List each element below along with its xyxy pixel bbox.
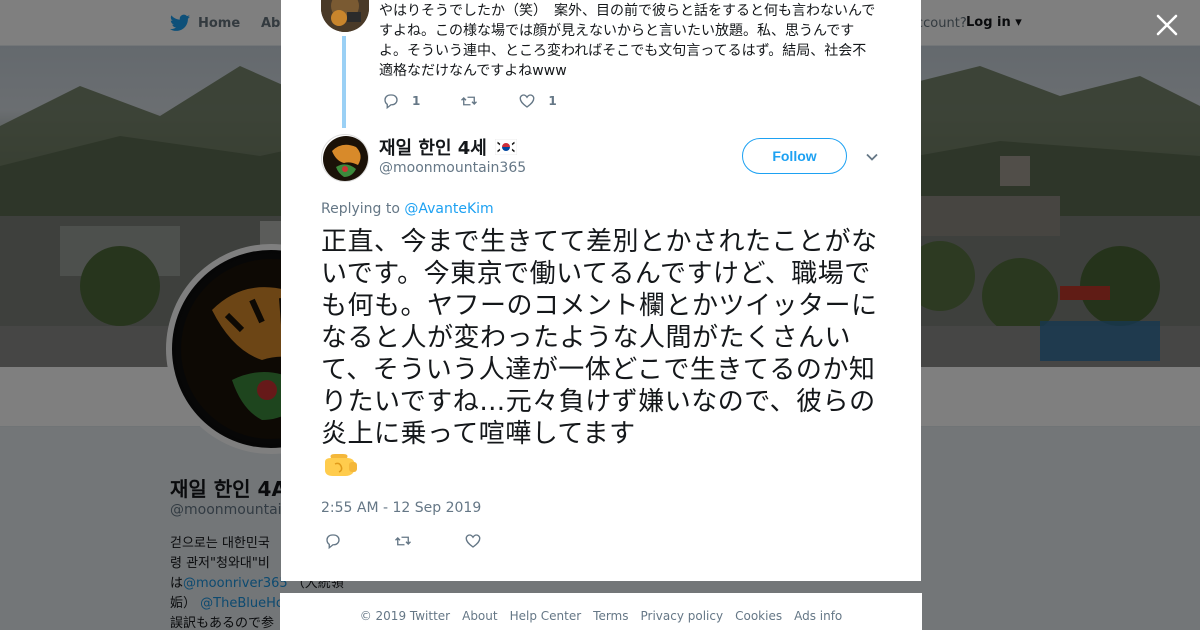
footer-link-terms[interactable]: Terms xyxy=(593,609,628,630)
author-handle[interactable]: @moonmountain365 xyxy=(379,160,526,176)
chevron-down-icon[interactable] xyxy=(865,150,879,164)
replying-prefix: Replying to xyxy=(321,201,400,217)
like-action[interactable]: 1 xyxy=(518,92,557,110)
close-icon[interactable] xyxy=(1154,12,1180,38)
conversation-thread-line xyxy=(342,36,346,128)
retweet-icon xyxy=(461,96,478,106)
parent-tweet-actions: 1 1 xyxy=(382,92,597,110)
reply-action[interactable] xyxy=(324,532,342,550)
reply-count: 1 xyxy=(412,94,421,108)
tweet-actions xyxy=(324,532,522,550)
modal-footer: © 2019 Twitter About Help Center Terms P… xyxy=(280,593,922,630)
author-avatar[interactable] xyxy=(321,134,369,182)
footer-link-cookies[interactable]: Cookies xyxy=(735,609,782,630)
like-count: 1 xyxy=(548,94,557,108)
like-icon xyxy=(465,534,481,548)
tweet-text: 正直、今まで生きてて差別とかされたことがないです。今東京で働いてるんですけど、職… xyxy=(321,227,878,449)
parent-tweet-text: やはりそうでしたか（笑） 案外、目の前で彼らと話をすると何も言わないんですよね。… xyxy=(379,3,876,79)
footer-link-help-center[interactable]: Help Center xyxy=(510,609,582,630)
like-icon xyxy=(519,94,535,108)
tweet-permalink-modal: やはりそうでしたか（笑） 案外、目の前で彼らと話をすると何も言わないんですよね。… xyxy=(281,0,921,581)
replying-to-link[interactable]: @AvanteKim xyxy=(404,201,493,217)
like-action[interactable] xyxy=(464,532,482,550)
retweet-action[interactable] xyxy=(394,532,412,550)
footer-link-ads-info[interactable]: Ads info xyxy=(794,609,842,630)
korea-flag-icon xyxy=(494,139,517,155)
tweet-timestamp[interactable]: 2:55 AM - 12 Sep 2019 xyxy=(321,500,481,516)
footer-link-privacy[interactable]: Privacy policy xyxy=(641,609,724,630)
reply-icon xyxy=(326,534,340,550)
author-name[interactable]: 재일 한인 4세 xyxy=(379,134,517,160)
footer-copyright: © 2019 Twitter xyxy=(359,609,451,623)
retweet-icon xyxy=(395,536,411,546)
retweet-action[interactable] xyxy=(460,92,478,110)
follow-button[interactable]: Follow xyxy=(742,138,847,174)
author-name-text: 재일 한인 4세 xyxy=(379,138,487,159)
reply-icon xyxy=(384,94,398,110)
footer-link-about[interactable]: About xyxy=(462,609,497,630)
parent-tweet-avatar[interactable] xyxy=(321,0,369,32)
fist-emoji-icon xyxy=(325,454,357,476)
replying-to-context: Replying to @AvanteKim xyxy=(321,201,494,217)
reply-action[interactable]: 1 xyxy=(382,92,420,110)
